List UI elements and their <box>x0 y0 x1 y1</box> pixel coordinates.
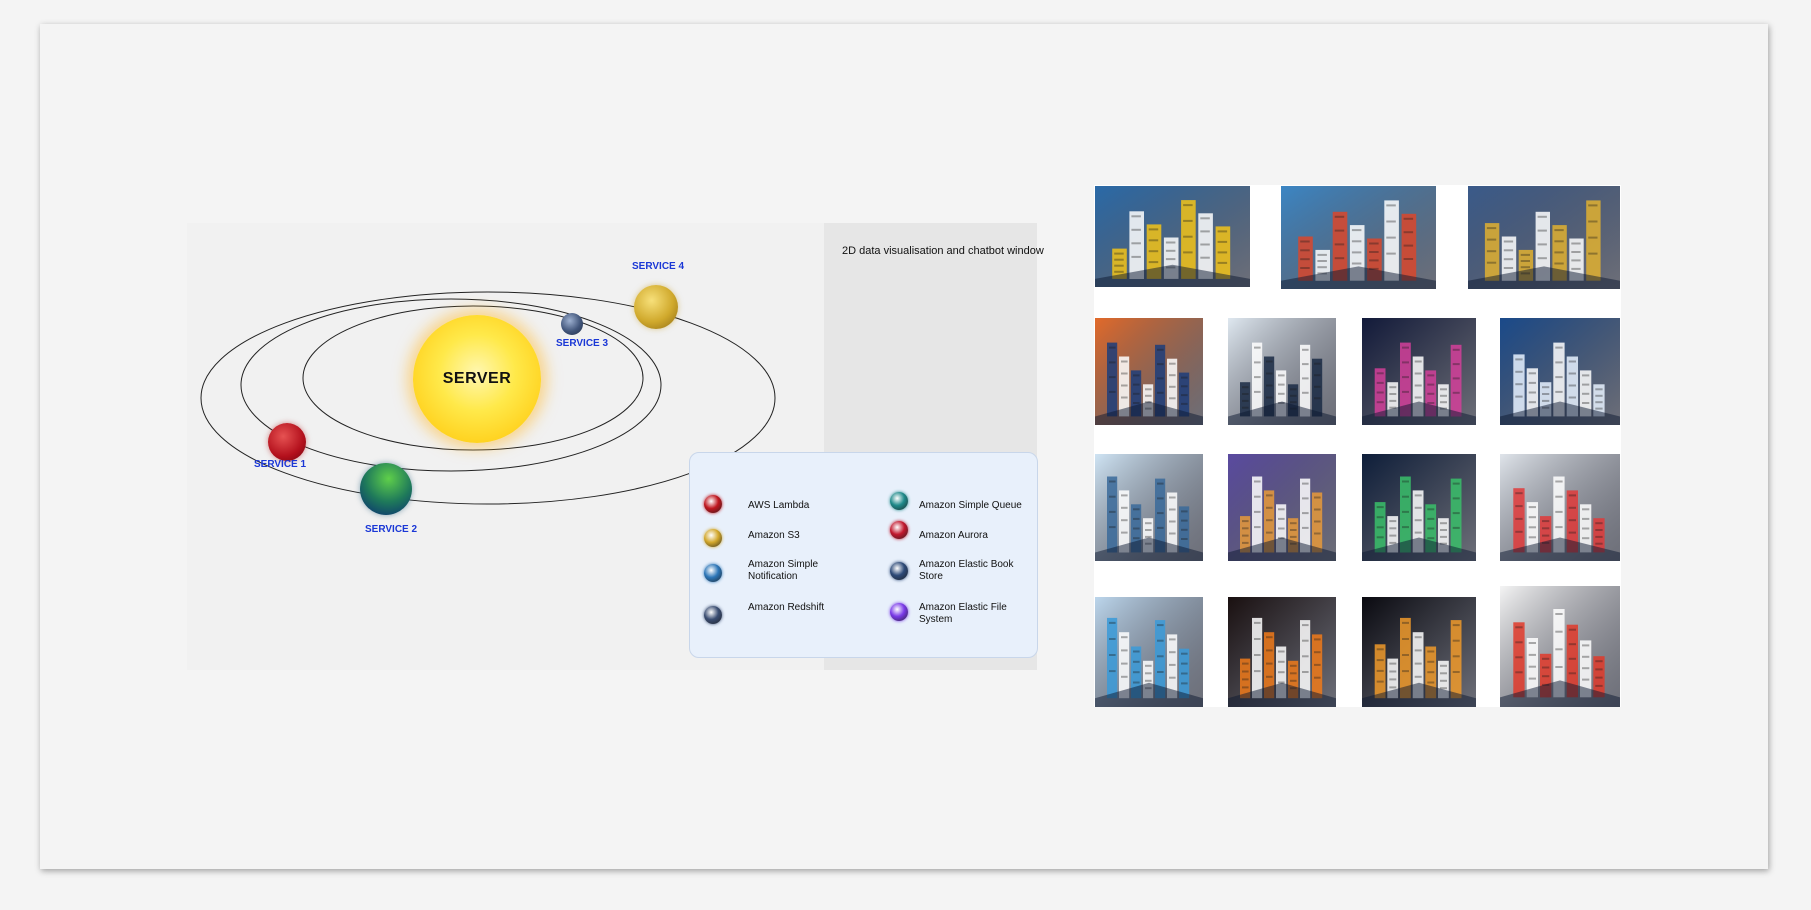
legend-dot-simple-queue <box>890 492 908 510</box>
legend-label-s3: Amazon S3 <box>748 530 800 541</box>
legend-dot-simple-notification <box>704 564 722 582</box>
isometric-gold-city-image[interactable] <box>1468 186 1620 289</box>
service-3-label: SERVICE 3 <box>556 338 609 349</box>
legend-box <box>689 452 1038 658</box>
isometric-blue-circuit-building-image[interactable] <box>1281 186 1436 289</box>
rainbow-towers-clouds-image[interactable] <box>1095 597 1203 707</box>
service-3-planet[interactable] <box>561 313 583 335</box>
legend-label-simple-notification: Amazon Simple Notification <box>748 559 819 582</box>
service-4-planet[interactable] <box>634 285 678 329</box>
legend-dot-s3 <box>704 529 722 547</box>
server-sun[interactable]: SERVER <box>413 315 541 443</box>
isometric-purple-city-image[interactable] <box>1228 454 1336 561</box>
legend-dot-redshift <box>704 606 722 624</box>
isometric-orange-city-image[interactable] <box>1095 318 1203 425</box>
isometric-white-skyscraper-image[interactable] <box>1228 318 1336 425</box>
isometric-neon-city-image[interactable] <box>1362 318 1476 425</box>
legend-label-aws-lambda: AWS Lambda <box>748 500 810 511</box>
service-2-planet[interactable] <box>360 463 412 515</box>
service-1-planet[interactable] <box>268 423 306 461</box>
legend-label-elastic-book-store: Amazon Elastic Book Store <box>919 559 1014 582</box>
solar-system-image[interactable] <box>1362 597 1476 707</box>
legend-dot-aws-lambda <box>704 495 722 513</box>
sun-over-city-image[interactable] <box>1228 597 1336 707</box>
legend-label-elastic-file-system: Amazon Elastic File System <box>919 602 1007 625</box>
service-1-label: SERVICE 1 <box>254 459 307 470</box>
server-label: SERVER <box>442 370 512 387</box>
service-2-label: SERVICE 2 <box>365 524 418 535</box>
legend-label-aurora: Amazon Aurora <box>919 530 988 541</box>
legend-dot-aurora <box>890 521 908 539</box>
legend-dot-elastic-book-store <box>890 562 908 580</box>
legend-dot-elastic-file-system <box>890 603 908 621</box>
isometric-blue-yellow-tower-image[interactable] <box>1095 186 1250 287</box>
isometric-blue-skyline-image[interactable] <box>1500 318 1620 425</box>
isometric-green-lit-city-image[interactable] <box>1362 454 1476 561</box>
isometric-colorful-building-image[interactable] <box>1500 454 1620 561</box>
isometric-snow-city-image[interactable] <box>1095 454 1203 561</box>
legend-label-redshift: Amazon Redshift <box>748 602 825 613</box>
legend-label-simple-queue: Amazon Simple Queue <box>919 500 1022 511</box>
service-4-label: SERVICE 4 <box>632 261 685 272</box>
storage-shelf-blocks-image[interactable] <box>1500 586 1620 707</box>
